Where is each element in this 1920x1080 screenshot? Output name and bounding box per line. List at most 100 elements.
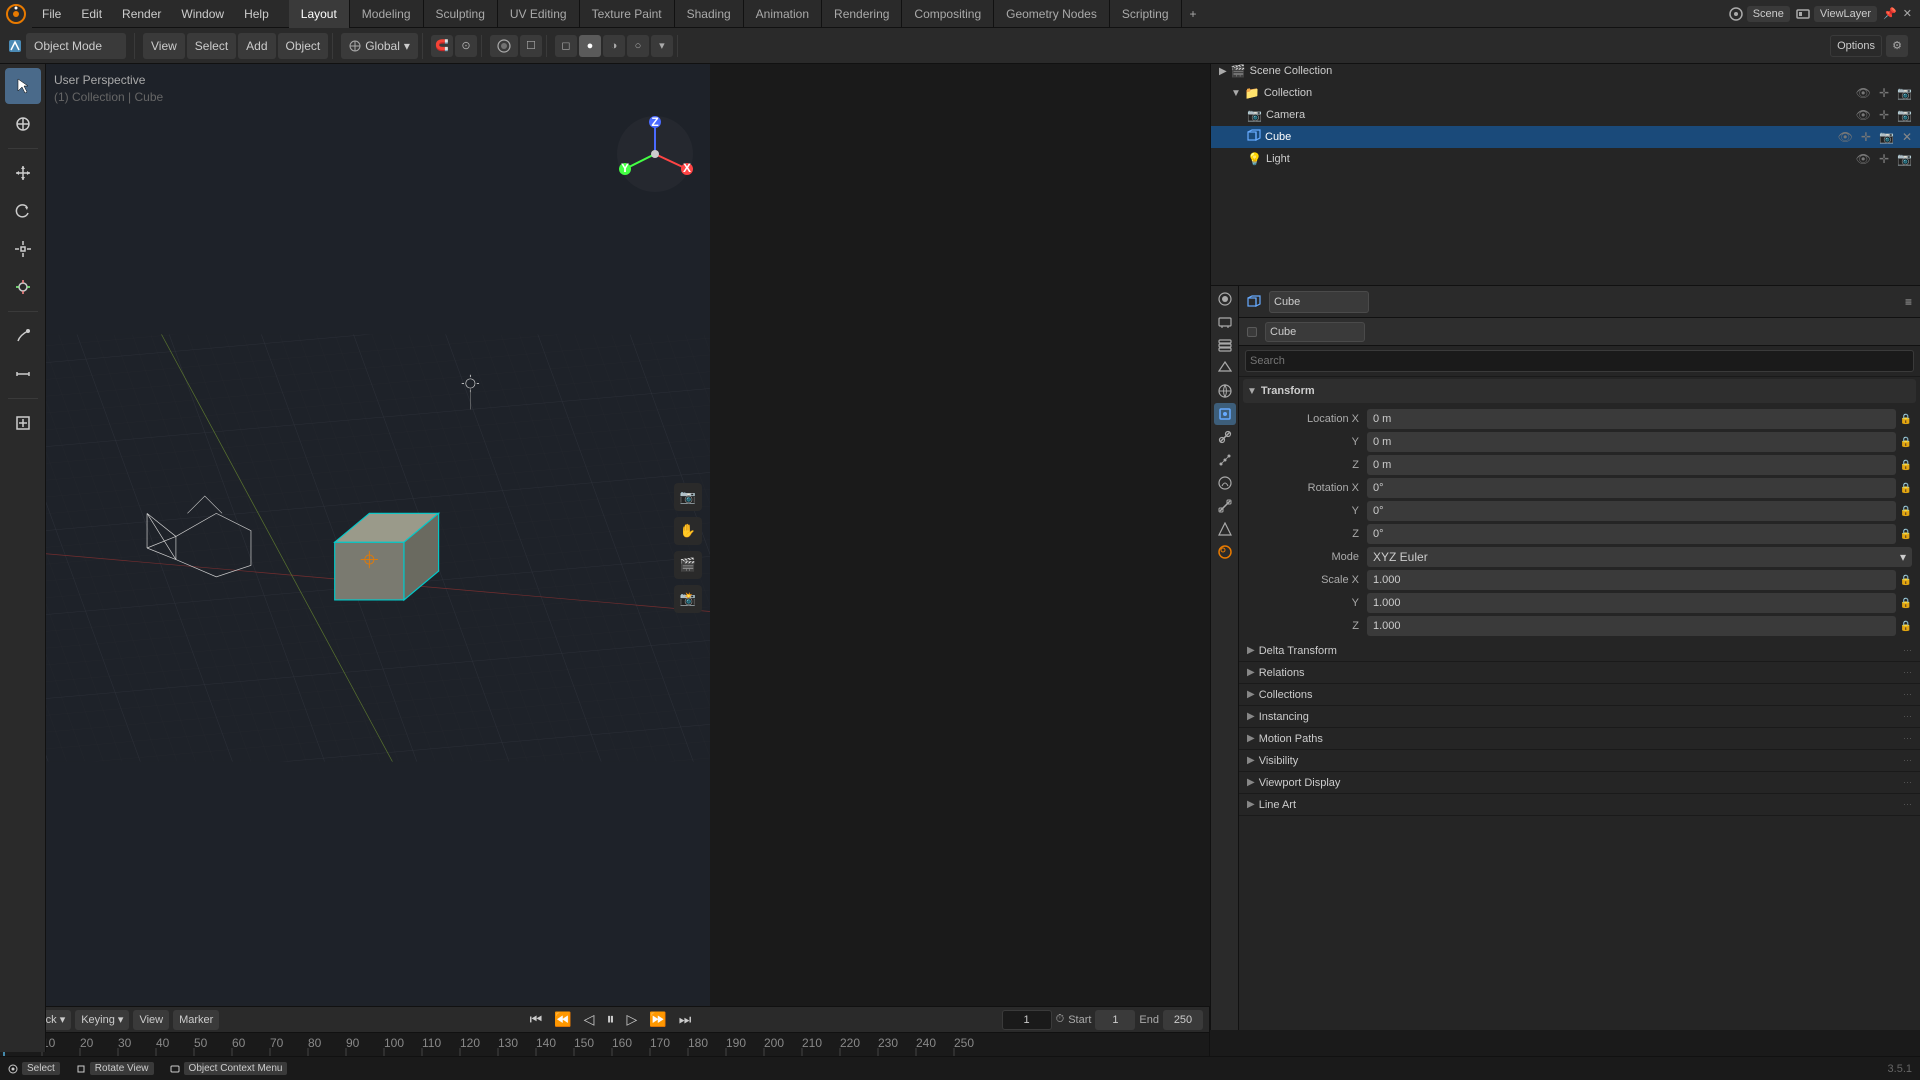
play-forward-button[interactable]: ▷ [622, 1011, 641, 1028]
props-modifier-icon[interactable] [1214, 426, 1236, 448]
prev-keyframe-button[interactable]: ⏪ [550, 1011, 575, 1028]
rotation-z-value[interactable]: 0° [1367, 524, 1896, 544]
viewlayer-selector[interactable]: ViewLayer [1814, 6, 1877, 22]
view-menu[interactable]: View [143, 33, 185, 59]
props-physics-icon[interactable] [1214, 472, 1236, 494]
menu-window[interactable]: Window [171, 0, 234, 28]
props-scene-icon[interactable] [1214, 357, 1236, 379]
timeline-marker-menu[interactable]: Marker [173, 1010, 219, 1030]
solid-shading[interactable]: ● [579, 35, 601, 57]
props-options-icon[interactable]: ≡ [1905, 295, 1912, 309]
props-output-icon[interactable] [1214, 311, 1236, 333]
location-y-value[interactable]: 0 m [1367, 432, 1896, 452]
visibility-section[interactable]: ▶ Visibility ⋯ [1239, 750, 1920, 772]
instancing-section[interactable]: ▶ Instancing ⋯ [1239, 706, 1920, 728]
outliner-collection[interactable]: ▼ 📁 Collection 👁 ✛ 📷 [1211, 82, 1920, 104]
delta-transform-section[interactable]: ▶ Delta Transform ⋯ [1239, 640, 1920, 662]
viewport-3d[interactable]: User Perspective (1) Collection | Cube [46, 64, 710, 1032]
transform-tool[interactable] [5, 269, 41, 305]
scene-selector[interactable]: Scene [1747, 6, 1790, 22]
tab-shading[interactable]: Shading [675, 0, 744, 28]
render-preview-icon[interactable]: 🎬 [674, 551, 702, 579]
cube-selectability-icon[interactable]: ✛ [1861, 130, 1871, 144]
next-keyframe-button[interactable]: ⏩ [645, 1011, 670, 1028]
rotate-tool[interactable] [5, 193, 41, 229]
tab-layout[interactable]: Layout [289, 0, 350, 28]
options-button[interactable]: Options [1830, 35, 1882, 57]
select-menu[interactable]: Select [187, 33, 236, 59]
outliner-camera[interactable]: 📷 Camera 👁 ✛ 📷 [1211, 104, 1920, 126]
xray-icon[interactable]: ☐ [520, 35, 542, 57]
collection-render-icon[interactable]: 📷 [1897, 86, 1912, 100]
collections-section[interactable]: ▶ Collections ⋯ [1239, 684, 1920, 706]
snap-icon[interactable]: 🧲 [431, 35, 453, 57]
current-frame-input[interactable] [1002, 1010, 1052, 1030]
tab-uv-editing[interactable]: UV Editing [498, 0, 580, 28]
timeline-view-btn[interactable]: View [133, 1010, 169, 1030]
scale-y-value[interactable]: 1.000 [1367, 593, 1896, 613]
active-data-field[interactable] [1265, 322, 1365, 342]
viewport-camera-icon[interactable]: 📸 [674, 585, 702, 613]
scale-tool[interactable] [5, 231, 41, 267]
outliner-light[interactable]: 💡 Light 👁 ✛ 📷 [1211, 148, 1920, 170]
transform-space[interactable]: Global ▾ [341, 33, 418, 59]
props-material-icon[interactable] [1214, 541, 1236, 563]
timeline-track[interactable]: 1 10 20 30 40 50 60 70 80 90 100 110 120 [0, 1033, 1209, 1057]
location-y-lock[interactable]: 🔒 [1900, 437, 1912, 448]
light-visibility-icon[interactable]: 👁 [1856, 152, 1871, 166]
collection-visibility-icon[interactable]: 👁 [1856, 86, 1871, 100]
tab-texture-paint[interactable]: Texture Paint [580, 0, 675, 28]
play-reverse-button[interactable]: ◁ [580, 1011, 599, 1028]
shading-dropdown[interactable]: ▾ [651, 35, 673, 57]
add-cube-tool[interactable] [5, 405, 41, 441]
wireframe-shading[interactable]: ◻ [555, 35, 577, 57]
jump-end-button[interactable]: ⏭ [675, 1011, 696, 1028]
timeline-keying-menu[interactable]: Keying ▾ [75, 1010, 129, 1030]
viewport-display-section[interactable]: ▶ Viewport Display ⋯ [1239, 772, 1920, 794]
location-z-value[interactable]: 0 m [1367, 455, 1896, 475]
collection-selectability-icon[interactable]: ✛ [1879, 86, 1889, 100]
camera-selectability-icon[interactable]: ✛ [1879, 108, 1889, 122]
props-particles-icon[interactable] [1214, 449, 1236, 471]
scale-x-value[interactable]: 1.000 [1367, 570, 1896, 590]
transform-section-header[interactable]: ▼ Transform [1243, 379, 1916, 403]
cube-visibility-icon[interactable]: 👁 [1838, 130, 1853, 144]
camera-visibility-icon[interactable]: 👁 [1856, 108, 1871, 122]
light-selectability-icon[interactable]: ✛ [1879, 152, 1889, 166]
menu-edit[interactable]: Edit [71, 0, 112, 28]
location-x-value[interactable]: 0 m [1367, 409, 1896, 429]
rotation-y-value[interactable]: 0° [1367, 501, 1896, 521]
camera-render-icon[interactable]: 📷 [1897, 108, 1912, 122]
add-menu[interactable]: Add [238, 33, 275, 59]
light-render-icon[interactable]: 📷 [1897, 152, 1912, 166]
line-art-section[interactable]: ▶ Line Art ⋯ [1239, 794, 1920, 816]
location-z-lock[interactable]: 🔒 [1900, 460, 1912, 471]
props-object-icon[interactable] [1214, 403, 1236, 425]
tab-compositing[interactable]: Compositing [902, 0, 994, 28]
rotation-x-lock[interactable]: 🔒 [1900, 483, 1912, 494]
tab-geometry-nodes[interactable]: Geometry Nodes [994, 0, 1110, 28]
scale-x-lock[interactable]: 🔒 [1900, 575, 1912, 586]
tab-animation[interactable]: Animation [744, 0, 822, 28]
object-menu[interactable]: Object [278, 33, 329, 59]
props-world-icon[interactable] [1214, 380, 1236, 402]
scene-close-icon[interactable]: ✕ [1903, 7, 1912, 20]
annotate-tool[interactable] [5, 318, 41, 354]
object-name-field[interactable] [1269, 291, 1369, 313]
overlay-icon[interactable] [490, 35, 518, 57]
viewport-gizmo[interactable]: Z X Y [615, 114, 695, 194]
hand-tool-icon[interactable]: ✋ [674, 517, 702, 545]
menu-file[interactable]: File [32, 0, 71, 28]
props-render-icon[interactable] [1214, 288, 1236, 310]
relations-section[interactable]: ▶ Relations ⋯ [1239, 662, 1920, 684]
rotation-y-lock[interactable]: 🔒 [1900, 506, 1912, 517]
tab-scripting[interactable]: Scripting [1110, 0, 1182, 28]
add-workspace-tab[interactable]: + [1182, 7, 1205, 21]
proportional-edit-icon[interactable]: ⊙ [455, 35, 477, 57]
menu-render[interactable]: Render [112, 0, 171, 28]
viewport-options-icon[interactable]: ⚙ [1886, 35, 1908, 57]
props-data-icon[interactable] [1214, 518, 1236, 540]
menu-help[interactable]: Help [234, 0, 279, 28]
camera-view-icon[interactable]: 📷 [674, 483, 702, 511]
move-tool[interactable] [5, 155, 41, 191]
